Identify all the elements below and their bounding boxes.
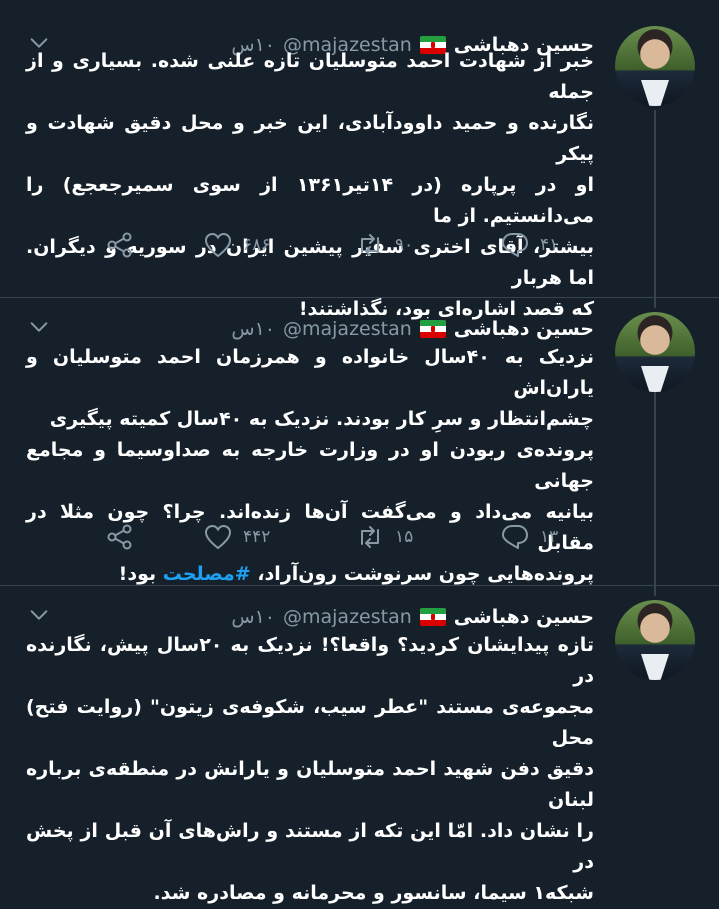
retweet-button[interactable]: ۹۰ [355,230,413,260]
tweet-2[interactable]: حسین دهباشی @majazestan ۱۰س نزدیک به ۴۰س… [0,298,719,588]
text-fragment: بود! [118,563,163,585]
thread-line [654,392,656,588]
like-icon [204,232,232,258]
retweet-button[interactable]: ۱۵ [355,522,413,552]
like-button[interactable]: ۴۴۲ [203,522,270,552]
timestamp[interactable]: ۱۰س [231,318,275,340]
text-line: نزدیک به ۴۰سال خانواده و همرزمان احمد مت… [26,346,594,399]
text-line: را نشان داد. امّا این تکه از مستند و راش… [26,820,594,873]
text-fragment: پرونده‌هایی چون سرنوشت رون‌آراد، [250,563,594,585]
text-line: چشم‌انتظار و سرِ کار بودند. نزدیک به ۴۰س… [49,408,594,430]
like-count: ۶۸۶ [243,235,271,255]
chevron-down-icon[interactable] [28,316,50,338]
author-name[interactable]: حسین دهباشی [454,606,594,628]
hashtag-link[interactable]: #مصلحت [163,563,251,585]
share-icon [107,232,132,258]
text-line: دقیق دفن شهید احمد متوسلیان و یارانش در … [26,758,594,811]
iran-flag-icon [419,608,446,626]
author-handle[interactable]: @majazestan [283,318,412,340]
reply-button[interactable]: ۴۱ [500,230,558,260]
share-button[interactable] [105,522,135,552]
iran-flag-icon [419,320,446,338]
tweet-text: نزدیک به ۴۰سال خانواده و همرزمان احمد مت… [26,342,594,590]
thread-line [654,110,656,300]
tweet-3[interactable]: حسین دهباشی @majazestan ۱۰س تازه پیدایشا… [0,586,719,904]
reply-count: ۴۱ [540,235,559,255]
text-line: پرونده‌ی ربودن او در وزارت خارجه به صداو… [26,439,594,492]
tweet-text: خبر از شهادت احمد متوسلیان تازه علنی شده… [26,46,594,325]
thread-line [654,586,656,596]
tweet-header: حسین دهباشی @majazestan ۱۰س [231,314,594,344]
text-line: شبکه۱ سیما، سانسور و محرمانه و مصادره شد… [153,882,594,904]
tweet-1[interactable]: حسین دهباشی @majazestan ۱۰س خبر از شهادت… [0,18,719,320]
text-line: مجموعه‌ی مستند "عطر سیب، شکوفه‌ی زیتون" … [26,696,594,749]
tweet-actions: ۴۴۲ ۱۵ ۱۳ [105,522,583,552]
like-icon [204,524,232,550]
like-count: ۴۴۲ [243,527,271,547]
chevron-down-icon[interactable] [28,604,50,626]
retweet-count: ۹۰ [395,235,414,255]
avatar[interactable] [615,600,695,680]
share-icon [107,524,132,550]
text-line: خبر از شهادت احمد متوسلیان تازه علنی شده… [26,50,594,103]
reply-icon [502,525,528,549]
share-button[interactable] [105,230,135,260]
thread-line [654,298,656,308]
reply-icon [502,233,528,257]
retweet-count: ۱۵ [395,527,414,547]
text-line: تازه پیدایشان کردید؟ واقعا؟! نزدیک به ۲۰… [26,634,594,687]
author-handle[interactable]: @majazestan [283,606,412,628]
author-name[interactable]: حسین دهباشی [454,318,594,340]
avatar[interactable] [615,312,695,392]
timestamp[interactable]: ۱۰س [231,606,275,628]
tweet-header: حسین دهباشی @majazestan ۱۰س [231,602,594,632]
retweet-icon [361,526,379,548]
reply-count: ۱۳ [540,527,559,547]
like-button[interactable]: ۶۸۶ [203,230,270,260]
avatar[interactable] [615,26,695,106]
tweet-text: تازه پیدایشان کردید؟ واقعا؟! نزدیک به ۲۰… [26,630,594,909]
text-line: او در پرپاره (در ۱۴تیر۱۳۶۱ از سوی سمیرجع… [26,174,594,227]
retweet-icon [361,234,379,256]
text-line: نگارنده و حمید داوودآبادی، این خبر و محل… [26,112,594,165]
reply-button[interactable]: ۱۳ [500,522,558,552]
tweet-actions: ۶۸۶ ۹۰ ۴۱ [105,230,583,260]
